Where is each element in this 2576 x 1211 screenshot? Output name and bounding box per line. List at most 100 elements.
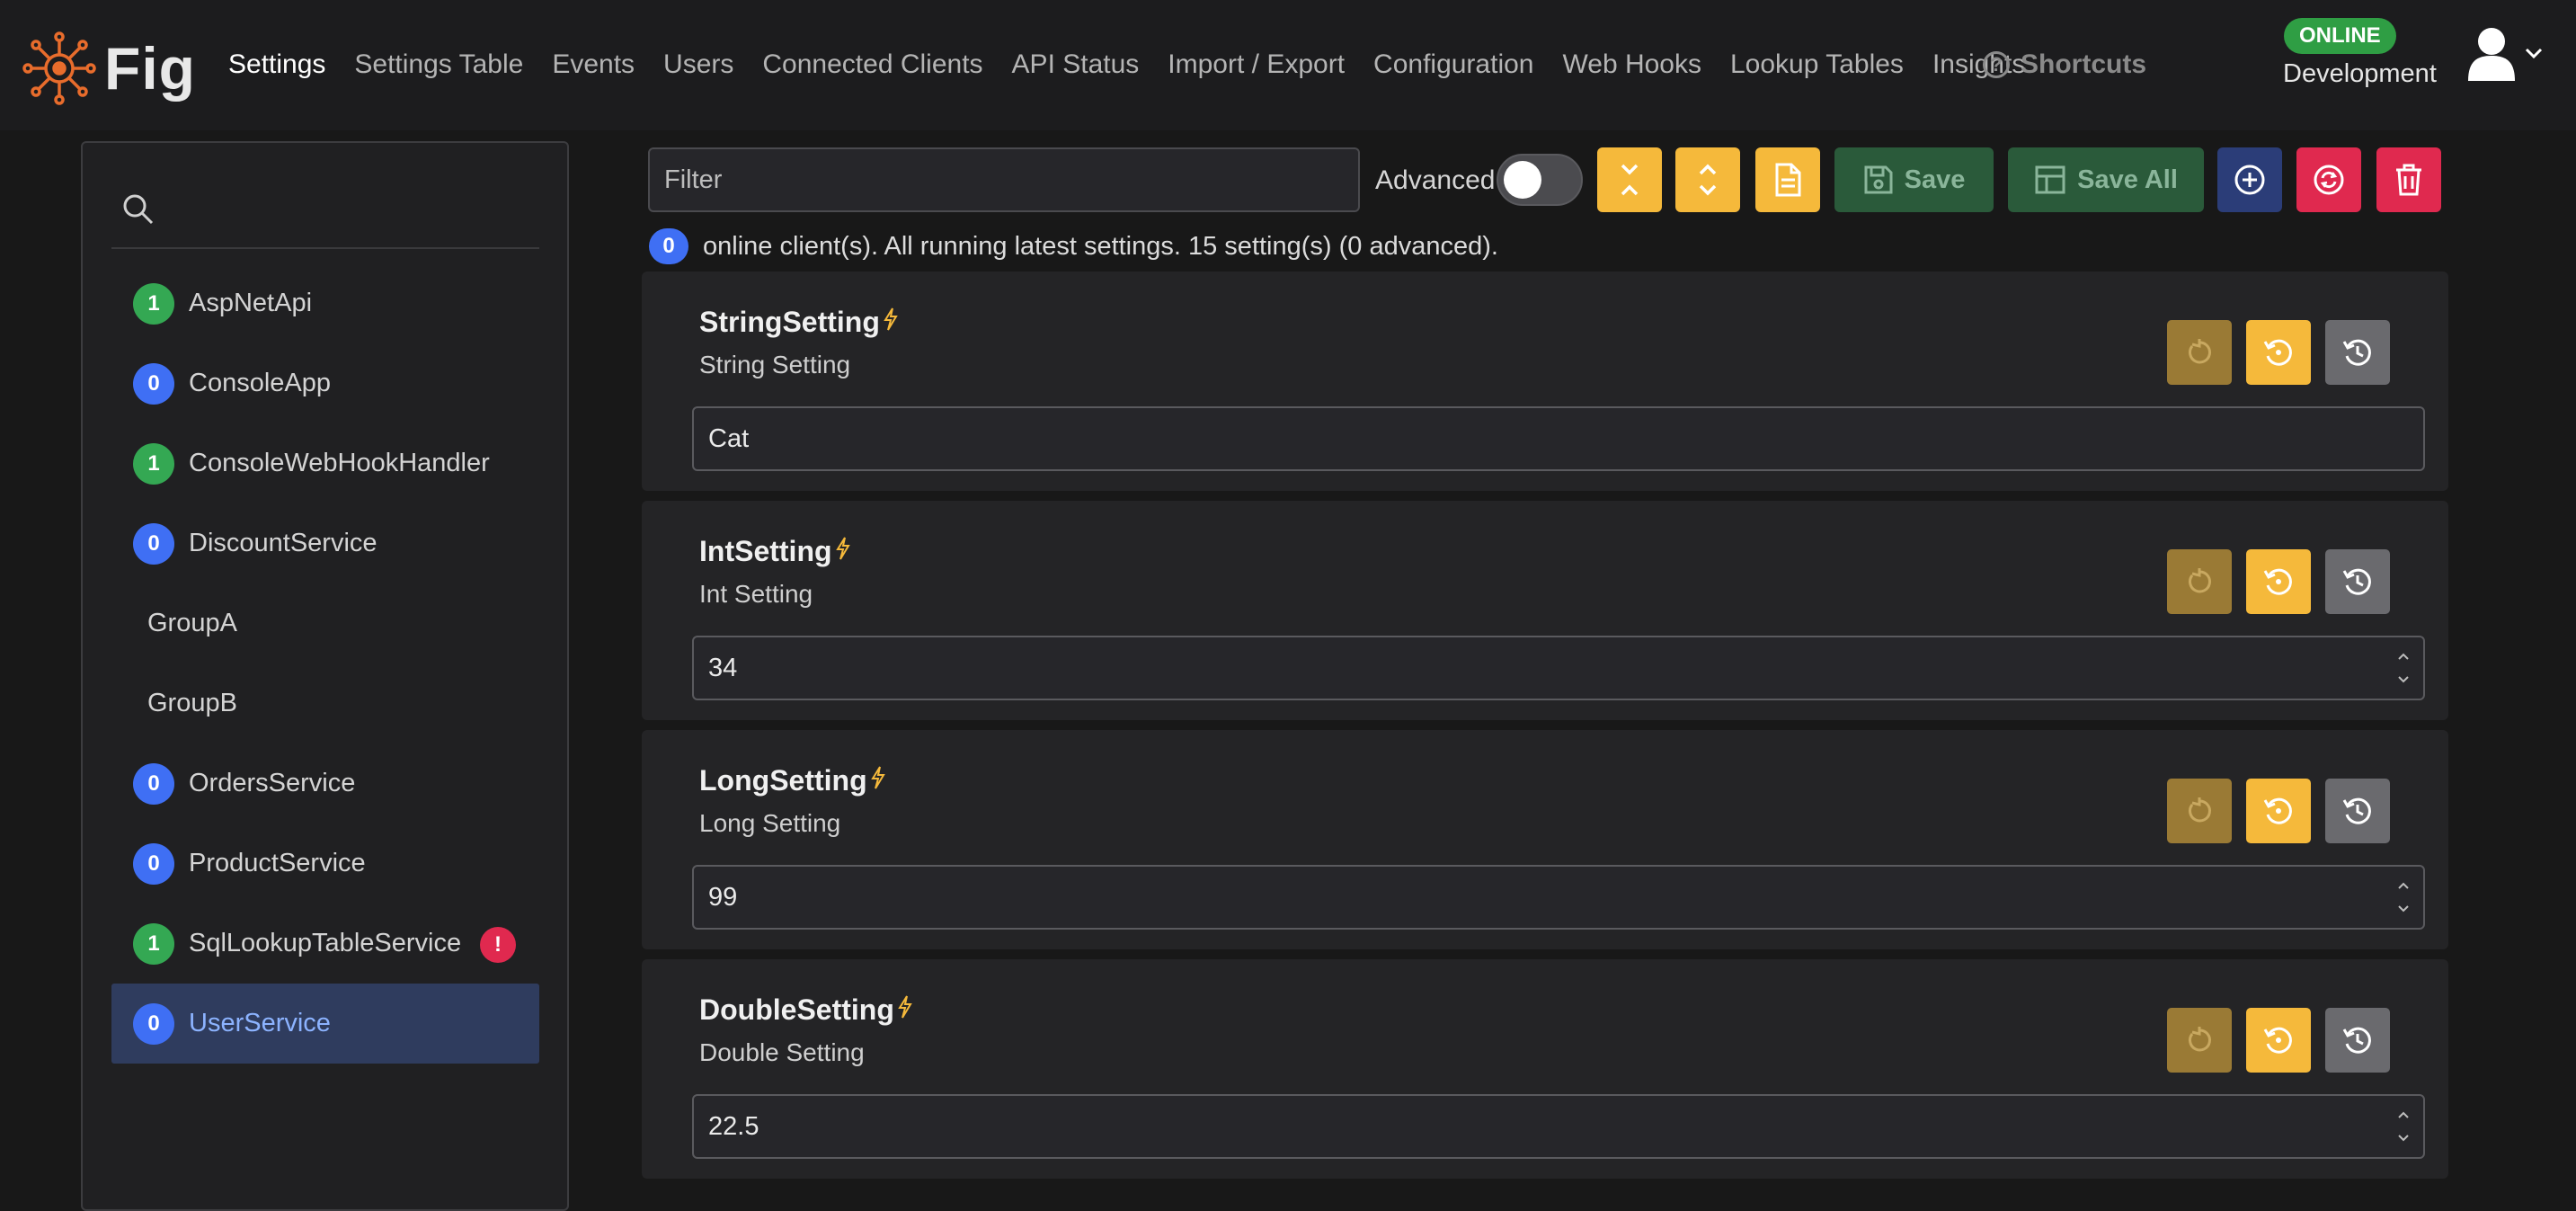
client-count-badge: 0 [133,1002,174,1045]
advanced-toggle[interactable] [1497,154,1583,206]
history-button[interactable] [2325,549,2390,614]
nav-configuration[interactable]: Configuration [1373,47,1533,83]
reset-icon [2263,339,2292,366]
sidebar-item-label: SqlLookupTableService [189,929,462,957]
sidebar-item-groupb[interactable]: GroupB [111,663,539,744]
sidebar-item-productservice[interactable]: 0 ProductService [111,824,539,904]
setting-value: 22.5 [708,1111,759,1141]
lightning-icon [884,307,898,331]
setting-name: IntSetting [699,533,850,569]
setting-value-input[interactable]: 34 [692,636,2425,700]
client-count-badge: 1 [133,922,174,965]
main-nav: Settings Settings Table Events Users Con… [228,47,2054,83]
expand-all-button[interactable] [1675,147,1740,212]
fig-logo-icon[interactable] [22,31,97,106]
nav-web-hooks[interactable]: Web Hooks [1562,47,1701,83]
sidebar-item-label: GroupB [147,689,237,717]
advanced-label: Advanced [1375,165,1496,195]
sidebar-item-ordersservice[interactable]: 0 OrdersService [111,744,539,824]
undo-icon [2189,568,2211,593]
setting-value-input[interactable]: Cat [692,406,2425,471]
nav-import-export[interactable]: Import / Export [1168,47,1345,83]
document-icon [1775,163,1801,197]
online-status-badge: ONLINE [2284,18,2396,54]
search-icon [123,194,154,225]
undo-button[interactable] [2167,1008,2232,1073]
history-icon [2342,1027,2371,1054]
online-client-count: 0 [649,228,688,264]
history-button[interactable] [2325,779,2390,843]
nav-events[interactable]: Events [552,47,635,83]
nav-settings[interactable]: Settings [228,47,325,83]
nav-users[interactable]: Users [663,47,733,83]
undo-button[interactable] [2167,320,2232,385]
undo-button[interactable] [2167,779,2232,843]
collapse-all-button[interactable] [1597,147,1662,212]
sidebar-item-sqllookuptableservice[interactable]: 1 SqlLookupTableService ! [111,904,539,984]
sidebar-item-userservice[interactable]: 0 UserService [111,984,539,1064]
nav-settings-table[interactable]: Settings Table [354,47,523,83]
lightning-icon [870,766,885,789]
undo-button[interactable] [2167,549,2232,614]
save-all-icon [2035,165,2065,194]
client-count-badge: 1 [133,282,174,325]
save-button[interactable]: Save [1834,147,1994,212]
top-navbar: Fig Settings Settings Table Events Users… [0,0,2576,130]
save-all-button[interactable]: Save All [2008,147,2204,212]
undo-icon [2189,1027,2211,1052]
setting-description: Int Setting [699,580,813,608]
save-icon [1864,165,1893,194]
save-all-label: Save All [2077,165,2178,194]
help-icon: ? [1983,51,2010,78]
nav-api-status[interactable]: API Status [1012,47,1140,83]
setting-value-input[interactable]: 22.5 [692,1094,2425,1159]
sidebar-item-label: OrdersService [189,769,356,797]
setting-description: String Setting [699,351,851,378]
reset-to-default-button[interactable] [2246,1008,2311,1073]
trash-icon [2396,164,2421,196]
reset-to-default-button[interactable] [2246,779,2311,843]
save-label: Save [1904,165,1966,194]
client-list: 1 AspNetApi 0 ConsoleApp 1 ConsoleWebHoo… [111,263,539,1064]
filter-input[interactable] [648,147,1360,212]
add-client-button[interactable] [2217,147,2282,212]
setting-name: DoubleSetting [699,992,912,1028]
nav-lookup-tables[interactable]: Lookup Tables [1730,47,1904,83]
sidebar-item-consolewebhookhandler[interactable]: 1 ConsoleWebHookHandler [111,423,539,503]
sidebar-search[interactable] [111,175,539,249]
delete-button[interactable] [2376,147,2441,212]
refresh-button[interactable] [2296,147,2361,212]
setting-description: Double Setting [699,1038,865,1066]
setting-value-input[interactable]: 99 [692,865,2425,930]
sidebar-item-label: ConsoleApp [189,369,331,397]
client-count-badge: 1 [133,442,174,485]
client-count-badge: 0 [133,842,174,885]
setting-value: 99 [708,882,738,912]
sidebar-item-consoleapp[interactable]: 0 ConsoleApp [111,343,539,423]
history-button[interactable] [2325,320,2390,385]
toggle-knob [1504,161,1541,199]
lightning-icon [835,537,850,560]
sidebar-item-discountservice[interactable]: 0 DiscountService [111,503,539,583]
reset-to-default-button[interactable] [2246,549,2311,614]
add-icon [2234,165,2265,195]
sidebar-item-groupa[interactable]: GroupA [111,583,539,663]
user-avatar-icon[interactable] [2465,25,2518,81]
number-spinner-icon[interactable] [2394,645,2412,691]
alert-badge: ! [480,927,516,963]
nav-connected-clients[interactable]: Connected Clients [762,47,982,83]
shortcuts-link[interactable]: ? Shortcuts [1983,47,2146,83]
brand-name[interactable]: Fig [104,32,196,104]
sidebar-item-aspnetapi[interactable]: 1 AspNetApi [111,263,539,343]
client-sidebar: 1 AspNetApi 0 ConsoleApp 1 ConsoleWebHoo… [81,141,569,1211]
chevron-down-icon[interactable] [2524,43,2544,63]
setting-name: LongSetting [699,762,885,798]
number-spinner-icon[interactable] [2394,1103,2412,1150]
reset-icon [2263,797,2292,824]
reset-to-default-button[interactable] [2246,320,2311,385]
setting-description: Long Setting [699,809,841,837]
reset-icon [2263,568,2292,595]
number-spinner-icon[interactable] [2394,874,2412,921]
description-button[interactable] [1755,147,1820,212]
history-button[interactable] [2325,1008,2390,1073]
